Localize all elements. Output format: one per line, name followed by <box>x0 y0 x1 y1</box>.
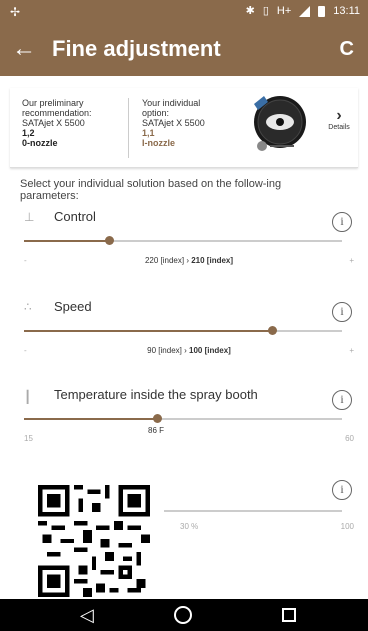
network-type: H+ <box>276 5 292 17</box>
max-label: + <box>349 346 354 355</box>
qr-code <box>24 461 164 613</box>
control-slider[interactable] <box>24 236 342 245</box>
temperature-value: 86 F <box>148 426 165 435</box>
new-value: 100 [index] <box>189 346 231 355</box>
current-value: 220 [index] <box>144 256 185 265</box>
speed-label: Speed <box>54 299 92 314</box>
info-icon[interactable]: i <box>332 302 352 322</box>
rec-line1: Our preliminary <box>22 98 84 108</box>
temperature-slider[interactable] <box>24 414 342 423</box>
slider-thumb[interactable] <box>105 236 115 245</box>
details-label: Details <box>328 124 350 131</box>
rec-nozzle: 0-nozzle <box>22 138 58 148</box>
status-icons: ✱ ▯ H+ 13:11 <box>246 5 360 17</box>
slider-fill <box>24 330 273 332</box>
opt-line1: Your individual <box>142 98 201 108</box>
opt-product: SATAjet X 5500 <box>142 118 205 128</box>
rec-product: SATAjet X 5500 <box>22 118 85 128</box>
max-label: 100 <box>340 522 354 531</box>
preliminary-recommendation: Our preliminary recommendation: SATAjet … <box>22 98 122 148</box>
qr-code-image <box>38 485 150 597</box>
battery-icon <box>318 5 326 17</box>
speed-slider[interactable] <box>24 326 342 335</box>
chevron-right-icon: › <box>336 107 342 124</box>
app-bar: ← Fine adjustment C <box>0 24 368 76</box>
individual-option: Your individual option: SATAjet X 5500 1… <box>142 98 232 148</box>
intro-text: Select your individual solution based on… <box>20 178 282 202</box>
nav-back-icon[interactable]: ◁ <box>80 605 94 625</box>
info-icon[interactable]: i <box>332 390 352 410</box>
control-icon: ⊥ <box>24 210 35 224</box>
slider-fill <box>24 240 110 242</box>
control-value: 220 [index] › 210 [index] <box>24 256 354 265</box>
page-title: Fine adjustment <box>52 36 221 61</box>
notification-icon: ✢ <box>10 5 21 19</box>
speed-icon: ∴ <box>24 300 32 314</box>
max-label: 60 <box>345 434 354 443</box>
min-label: 15 <box>24 434 33 443</box>
slider-thumb[interactable] <box>267 326 277 335</box>
back-arrow-icon[interactable]: ← <box>12 36 36 62</box>
divider <box>128 98 129 158</box>
new-value: 210 [index] <box>191 256 234 265</box>
thermometer-icon: ┃ <box>24 390 32 404</box>
opt-size: 1,1 <box>142 128 155 138</box>
details-button[interactable]: › Details <box>324 107 354 132</box>
max-label: + <box>349 256 354 265</box>
signal-icon <box>299 5 311 17</box>
vibrate-icon: ▯ <box>262 5 269 17</box>
status-bar: ✢ ✱ ▯ H+ 13:11 <box>0 0 368 24</box>
humidity-value: 30 % <box>180 522 199 531</box>
recommendation-card: Our preliminary recommendation: SATAjet … <box>10 88 358 168</box>
speed-value: 90 [index] › 100 [index] <box>24 346 354 355</box>
nav-home-icon[interactable] <box>174 606 192 624</box>
info-icon[interactable]: i <box>332 480 352 500</box>
rec-size: 1,2 <box>22 128 35 138</box>
temperature-label: Temperature inside the spray booth <box>54 387 258 402</box>
navigation-bar: ◁ <box>0 599 368 631</box>
nav-recent-icon[interactable] <box>282 608 296 622</box>
clock: 13:11 <box>333 5 360 17</box>
bluetooth-icon: ✱ <box>245 5 255 17</box>
slider-thumb[interactable] <box>153 414 163 423</box>
spray-gun-nozzle-image <box>254 96 306 151</box>
arrow: › <box>184 346 187 355</box>
opt-nozzle: I-nozzle <box>142 138 175 148</box>
slider-fill <box>24 418 158 420</box>
rec-line2: recommendation: <box>22 108 92 118</box>
opt-line2: option: <box>142 108 170 118</box>
info-icon[interactable]: i <box>332 212 352 232</box>
current-value: 90 [index] <box>147 346 182 355</box>
control-label: Control <box>54 209 96 224</box>
refresh-icon[interactable]: C <box>340 36 354 62</box>
arrow: › <box>186 256 189 265</box>
